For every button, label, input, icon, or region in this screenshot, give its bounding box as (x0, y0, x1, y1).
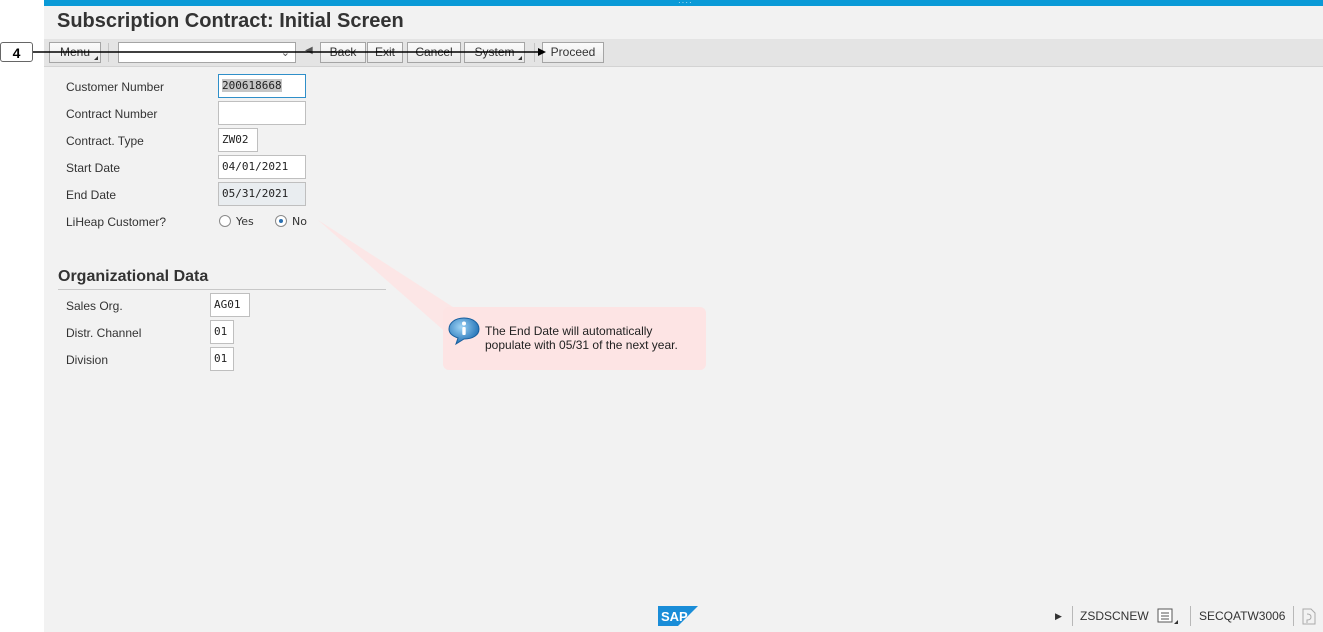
distr-channel-field[interactable]: 01 (210, 320, 234, 344)
status-separator (1293, 606, 1294, 626)
end-date-field[interactable]: 05/31/2021 (218, 182, 306, 206)
customer-number-value: 200618668 (222, 79, 282, 92)
menu-button[interactable]: Menu (49, 42, 101, 63)
dropdown-corner-icon (94, 56, 98, 60)
document-icon[interactable] (1301, 608, 1317, 625)
toolbar: Menu ⌄ ◀ Back Exit Cancel System Proceed (44, 39, 1323, 67)
sales-org-label: Sales Org. (66, 299, 123, 313)
division-value: 01 (214, 352, 228, 365)
end-date-value: 05/31/2021 (222, 187, 289, 200)
start-date-label: Start Date (66, 161, 121, 175)
liheap-no-radio[interactable] (275, 215, 287, 227)
contract-type-value: ZW02 (222, 133, 249, 146)
sales-org-field[interactable]: AG01 (210, 293, 250, 317)
contract-type-label: Contract. Type (66, 134, 144, 148)
transaction-code: ZSDSCNEW (1080, 609, 1149, 623)
distr-channel-label: Distr. Channel (66, 326, 142, 340)
list-icon[interactable] (1157, 608, 1179, 625)
page-title: Subscription Contract: Initial Screen (57, 10, 404, 32)
system-button[interactable]: System (464, 42, 525, 63)
cancel-button-label: Cancel (415, 45, 453, 59)
dropdown-corner-icon (518, 56, 522, 60)
sales-org-value: AG01 (214, 298, 241, 311)
division-field[interactable]: 01 (210, 347, 234, 371)
liheap-yes-label: Yes (236, 215, 254, 228)
customer-number-label: Customer Number (66, 80, 165, 94)
start-date-field[interactable]: 04/01/2021 (218, 155, 306, 179)
start-date-value: 04/01/2021 (222, 160, 289, 173)
command-field[interactable]: ⌄ (118, 42, 296, 63)
svg-text:SAP: SAP (661, 609, 688, 624)
toolbar-separator (534, 43, 535, 62)
radio-selected-dot (279, 219, 283, 223)
contract-type-field[interactable]: ZW02 (218, 128, 258, 152)
status-expand-icon[interactable]: ▶ (1055, 611, 1062, 622)
exit-button-label: Exit (374, 45, 395, 59)
proceed-button-label: Proceed (550, 45, 596, 59)
distr-channel-value: 01 (214, 325, 228, 338)
info-callout: The End Date will automatically populate… (443, 307, 706, 370)
system-button-label: System (474, 45, 515, 59)
chevron-down-icon[interactable]: ⌄ (281, 46, 290, 59)
division-label: Division (66, 353, 109, 367)
back-button-label: Back (329, 45, 357, 59)
liheap-yes-radio[interactable] (219, 215, 231, 227)
resize-grip-icon[interactable]: ···· (678, 0, 693, 7)
contract-number-label: Contract Number (66, 107, 158, 121)
liheap-label: LiHeap Customer? (66, 215, 167, 229)
info-icon (448, 317, 480, 346)
section-divider (58, 289, 386, 290)
step-number-badge: 4 (0, 42, 33, 62)
sap-logo-icon: SAP (658, 606, 698, 626)
top-accent-bar: ···· (44, 0, 1323, 7)
system-name: SECQATW3006 (1199, 609, 1286, 623)
toolbar-separator (108, 43, 109, 62)
status-separator (1072, 606, 1073, 626)
contract-number-field[interactable] (218, 101, 306, 125)
cancel-button[interactable]: Cancel (407, 42, 461, 63)
callout-text: The End Date will automatically populate… (485, 324, 678, 352)
org-section-title: Organizational Data (58, 268, 209, 285)
liheap-no-label: No (292, 215, 307, 228)
customer-number-field[interactable]: 200618668 (218, 74, 306, 98)
status-separator (1190, 606, 1191, 626)
left-arrow-icon: ◀ (305, 45, 313, 56)
menu-button-label: Menu (59, 45, 91, 59)
back-button[interactable]: Back (320, 42, 366, 63)
end-date-label: End Date (66, 188, 117, 202)
exit-button[interactable]: Exit (367, 42, 403, 63)
proceed-button[interactable]: Proceed (542, 42, 604, 63)
